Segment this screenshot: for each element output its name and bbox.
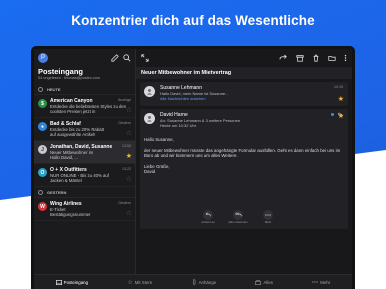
mail-list-pane: P Posteingang 54 ungelesen · thomas@post… — [34, 49, 136, 274]
message-card-expanded: ★ David Harne An: Susanne Lehmann & 3 we… — [140, 109, 348, 229]
archive-icon[interactable] — [296, 54, 304, 62]
body-text: der neuer Mitbewohner müsste das angehän… — [144, 147, 341, 159]
mail-time: Anzeige — [118, 98, 131, 102]
sender-avatar: ● — [38, 122, 47, 131]
mail-list-item[interactable]: OO + X Outfitters NUR ONLINE - Bis zu 40%… — [34, 164, 135, 187]
tab-attachments[interactable]: Anhänge — [192, 279, 217, 285]
dots-icon — [312, 281, 318, 283]
expand-icon[interactable] — [141, 54, 149, 62]
show-all-messages-link[interactable]: Alle Nachrichten ansehen — [160, 96, 344, 101]
star-icon[interactable]: ☆ — [126, 107, 132, 114]
reply-label: Antwort an — [201, 219, 215, 224]
section-today-label: HEUTE — [47, 86, 61, 92]
mail-list-item[interactable]: $ American Canyon Entdecke die beliebteste… — [34, 95, 135, 118]
bottom-navigation: Posteingang ☆ Mit Stern Anhänge Alles Me… — [34, 274, 352, 289]
mail-list-item[interactable]: J Jonathan, David, Susanne Neuer Mitbewohn… — [34, 141, 135, 164]
reply-button[interactable]: Antwort an — [198, 209, 218, 224]
mail-subject: Neuer Mitbewohner im Mietvertrag — [136, 67, 352, 79]
select-yesterday-checkbox[interactable] — [38, 189, 43, 195]
star-icon[interactable]: ★ — [338, 96, 344, 103]
move-folder-icon[interactable] — [328, 54, 336, 62]
select-all-checkbox[interactable] — [38, 86, 43, 92]
reading-pane: Neuer Mitbewohner im Mietvertrag 10:15 S… — [136, 49, 352, 274]
tab-all[interactable]: Alles — [255, 280, 273, 285]
inbox-title: Posteingang — [38, 67, 84, 76]
sender-avatar: J — [38, 145, 47, 154]
more-button[interactable]: Mehr — [258, 209, 278, 224]
mail-preview-line-2: auf ausgewählte Artikel! — [50, 132, 96, 137]
tablet-frame: P Posteingang 54 ungelesen · thomas@post… — [31, 46, 355, 289]
sender-avatar: $ — [38, 99, 47, 108]
mail-list-item[interactable]: ● Bad & Schlaf Entdecke bis zu 20% Rabatt a… — [34, 118, 135, 141]
mail-app: P Posteingang 54 ungelesen · thomas@post… — [34, 49, 352, 289]
tab-starred[interactable]: ☆ Mit Stern — [127, 279, 152, 286]
message-card-collapsed[interactable]: 10:15 Susanne Lehmann Hallo David, mein … — [140, 82, 348, 106]
mail-preview-line-2: Hallo David, ... — [50, 155, 78, 160]
tab-starred-label: Mit Stern — [134, 279, 153, 285]
message-actions: Antwort an Allen antworten Mehr — [198, 209, 278, 224]
stack-icon — [255, 279, 262, 285]
section-header-today: HEUTE — [34, 84, 135, 95]
search-icon[interactable] — [123, 54, 131, 62]
sender-avatar: O — [38, 168, 47, 177]
section-header-yesterday: GESTERN — [34, 187, 135, 198]
paperclip-icon — [192, 279, 195, 285]
more-label: Mehr — [264, 219, 272, 224]
mail-preview-line-2: Bestätigungsnummer — [50, 212, 91, 217]
avatar — [144, 113, 155, 124]
sender-avatar: W — [38, 202, 47, 211]
tab-attachments-label: Anhänge — [198, 279, 217, 285]
forward-icon[interactable] — [279, 54, 288, 62]
account-logo[interactable]: P — [38, 53, 48, 63]
trash-icon[interactable] — [312, 54, 320, 62]
star-icon[interactable]: ★ — [338, 113, 344, 120]
message-date: Heute um 10:32 Uhr — [160, 123, 197, 128]
mail-time: 13:22 — [122, 167, 131, 171]
message-time: 10:15 — [334, 85, 343, 89]
greeting: Hallo Susanne, — [144, 137, 174, 142]
star-icon[interactable]: ☆ — [126, 210, 132, 217]
mail-list-item[interactable]: W Wing Airlines E-Ticket Bestätigungsnummer… — [34, 198, 135, 221]
inbox-subtitle: 54 ungelesen · thomas@posteo.com — [38, 76, 101, 80]
star-icon[interactable]: ★ — [126, 153, 132, 160]
avatar — [144, 86, 155, 97]
tab-inbox[interactable]: Posteingang — [55, 279, 89, 285]
tab-more[interactable]: Mehr — [312, 280, 330, 285]
headline: Konzentrier dich auf das Wesentliche — [71, 13, 315, 28]
mail-time: 13:53 — [122, 144, 131, 148]
mail-time: Gestern — [118, 201, 131, 205]
tab-all-label: Alles — [263, 279, 273, 285]
unread-dot-icon — [331, 113, 334, 116]
reply-all-label: Allen antworten — [228, 219, 248, 224]
signature-line-2: David — [144, 169, 156, 175]
inbox-icon — [55, 279, 62, 285]
message-body: Hallo Susanne, der neuer Mitbewohner müs… — [144, 137, 344, 175]
tab-more-label: Mehr — [320, 279, 331, 285]
mail-time: Gestern — [118, 121, 131, 125]
mail-preview-line-2: Jacken & Mäntel — [50, 178, 82, 183]
star-icon[interactable]: ☆ — [126, 176, 132, 183]
star-icon[interactable]: ☆ — [126, 130, 132, 137]
mail-preview-line-2: coolsten Preisen jetzt in — [50, 109, 96, 114]
reply-all-button[interactable]: Allen antworten — [228, 209, 248, 224]
section-yesterday-label: GESTERN — [47, 189, 67, 195]
star-icon: ☆ — [127, 279, 133, 286]
edit-icon[interactable] — [111, 54, 119, 62]
more-vertical-icon[interactable] — [344, 54, 347, 62]
tab-inbox-label: Posteingang — [63, 279, 89, 285]
